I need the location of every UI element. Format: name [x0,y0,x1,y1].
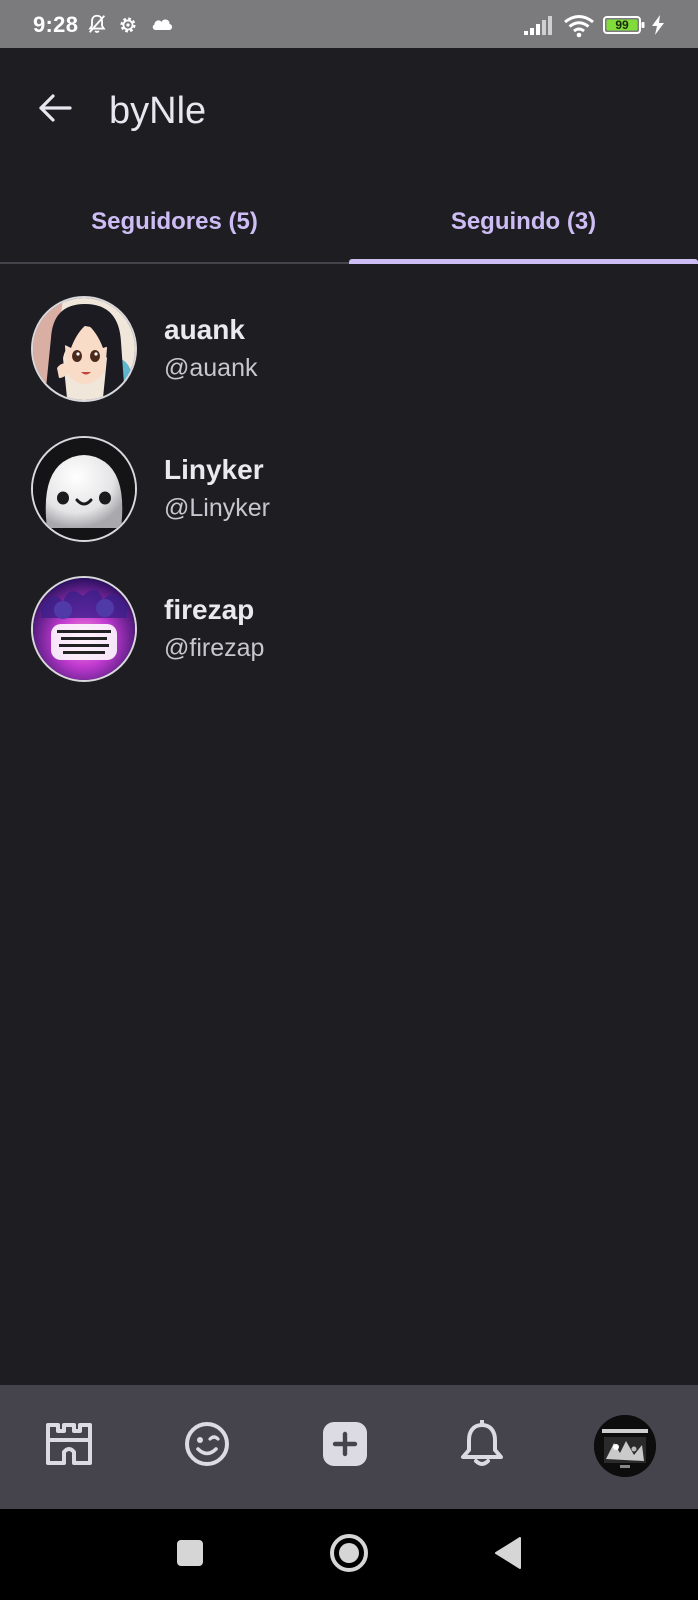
user-name: Linyker [164,454,264,485]
wifi-icon [564,14,594,43]
battery-icon: 99 [603,16,647,34]
battery-percent: 99 [615,18,629,32]
user-handle: @firezap [164,634,265,662]
page-title: byNle [109,90,207,132]
tab-followers[interactable]: Seguidores (5) [0,182,349,262]
purple-flames-meme-avatar[interactable] [31,576,137,682]
signal-icon [524,16,554,41]
bell-icon [459,1418,505,1473]
app-screen: 9:28 99 byNle Seguidores (5) Seguindo (3… [0,0,698,1600]
charging-bolt-icon [651,15,665,40]
list-item-user-linyker[interactable]: Linyker @Linyker [0,428,698,568]
bottom-navigation [0,1385,698,1509]
user-handle: @Linyker [164,494,270,522]
system-navigation-bar [0,1509,698,1600]
tab-following[interactable]: Seguindo (3) [349,182,698,262]
user-handle: @auank [164,354,258,382]
nav-notifications-button[interactable] [449,1413,515,1479]
settings-gear-icon [117,14,139,41]
home-button[interactable] [319,1525,379,1585]
anime-girl-avatar[interactable] [31,296,137,402]
cloud-icon [150,15,174,38]
user-name: auank [164,314,245,345]
tab-bar: Seguidores (5) Seguindo (3) [0,182,698,264]
profile-avatar [594,1415,656,1477]
add-post-icon [321,1420,369,1473]
notifications-off-icon [86,13,108,40]
following-list: auank @auank Linyker @Linyker firezap @f… [0,288,698,708]
white-blob-face-avatar[interactable] [31,436,137,542]
arrow-back-icon [38,93,72,128]
nav-emoji-button[interactable] [174,1413,240,1479]
nav-profile-button[interactable] [592,1413,658,1479]
back-button[interactable] [30,85,80,135]
status-bar: 9:28 99 [0,0,698,48]
list-item-user-auank[interactable]: auank @auank [0,288,698,428]
back-triangle-icon [493,1536,523,1575]
user-name: firezap [164,594,255,625]
emoji-wink-icon [183,1420,231,1473]
nav-home-button[interactable] [36,1413,102,1479]
home-circle-icon [329,1533,369,1578]
back-nav-button[interactable] [478,1525,538,1585]
tab-selected-indicator [349,259,698,264]
list-item-user-firezap[interactable]: firezap @firezap [0,568,698,708]
nav-add-post-button[interactable] [312,1413,378,1479]
recents-button[interactable] [160,1525,220,1585]
recents-square-icon [176,1539,204,1572]
status-time: 9:28 [33,12,79,37]
castle-icon [45,1422,93,1471]
